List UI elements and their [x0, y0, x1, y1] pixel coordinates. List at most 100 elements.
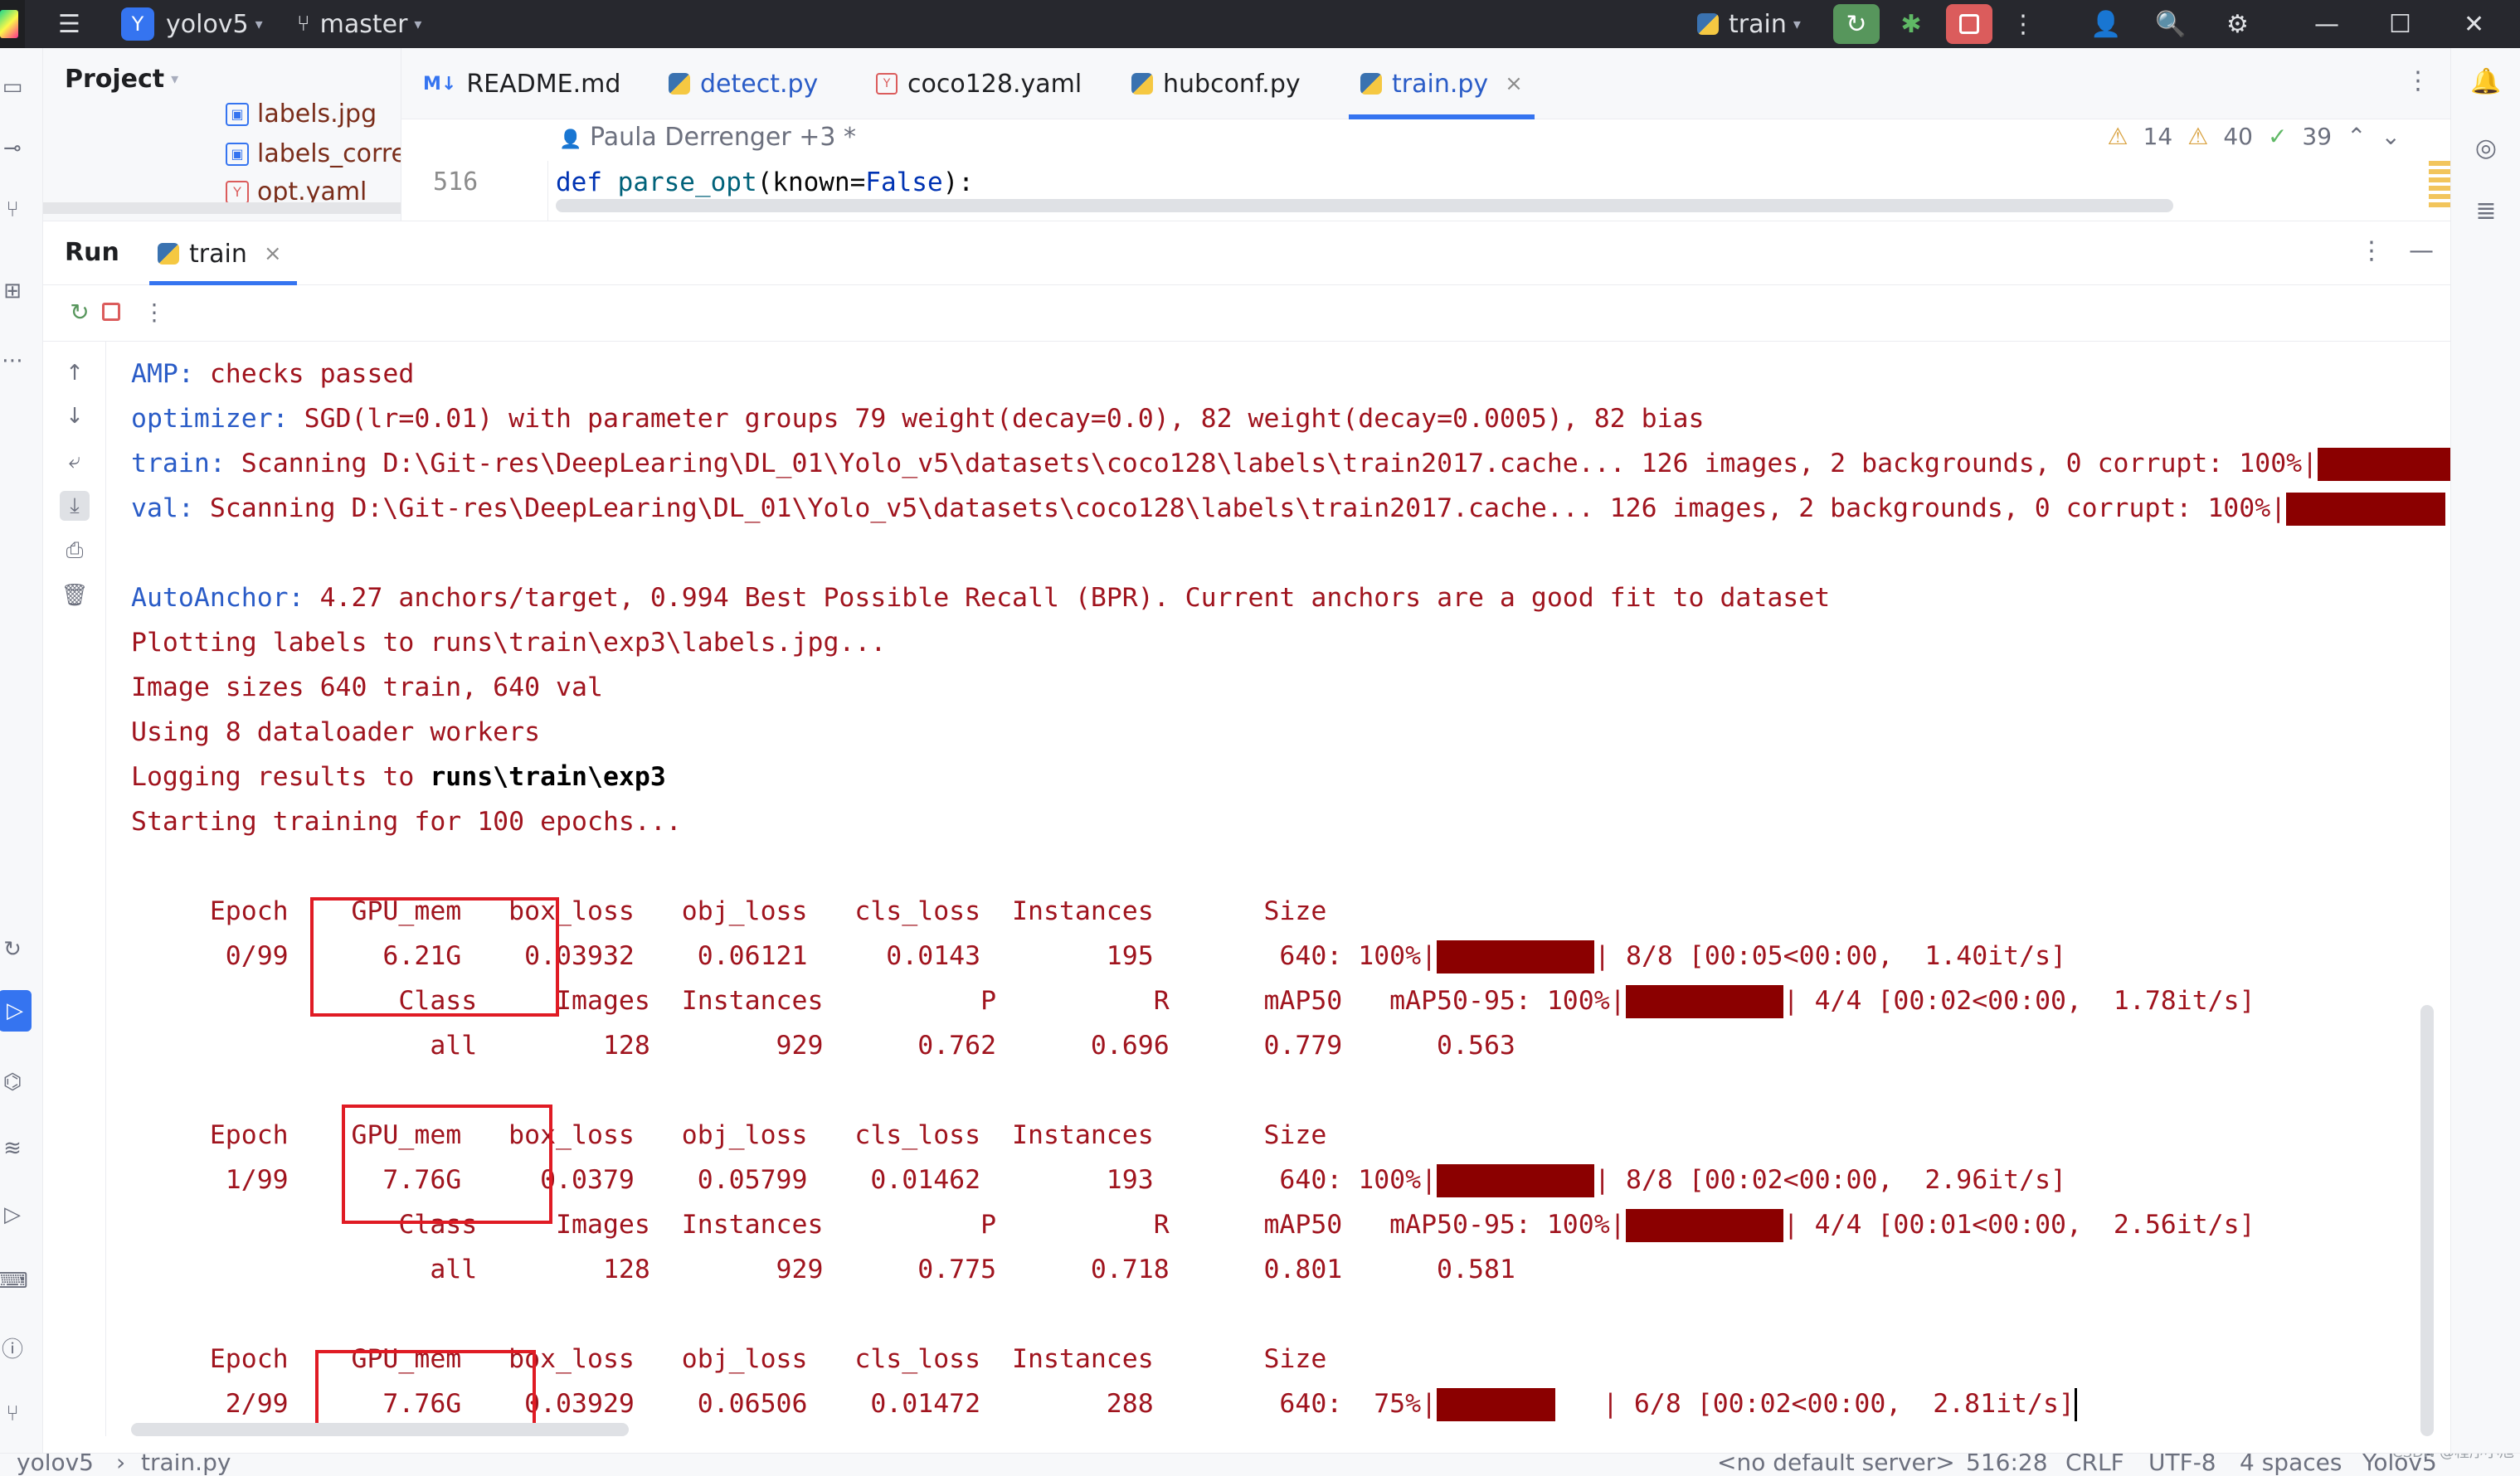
code-params: (known= — [756, 168, 866, 197]
status-encoding[interactable]: UTF-8 — [2148, 1454, 2216, 1476]
status-bar: yolov5 › train.py <no default server> 51… — [0, 1453, 2520, 1476]
gear-icon[interactable]: ⚙ — [2226, 0, 2249, 48]
status-line-separator[interactable]: CRLF — [2065, 1454, 2124, 1476]
print-icon[interactable]: ⎙ — [60, 536, 90, 566]
tab-coco128[interactable]: Y coco128.yaml — [876, 48, 1082, 119]
close-tab-icon[interactable]: × — [1505, 71, 1523, 96]
pull-requests-icon[interactable]: ⑂ — [0, 196, 27, 224]
train-progress-bar — [1437, 940, 1595, 973]
structure-icon[interactable]: ⊞ — [0, 277, 27, 305]
status-indent[interactable]: 4 spaces — [2240, 1454, 2342, 1476]
stop-button[interactable] — [1946, 0, 1992, 48]
tab-detect[interactable]: detect.py — [669, 48, 818, 119]
python-icon — [158, 243, 179, 265]
run-options-icon[interactable]: ⋮ — [2359, 236, 2384, 265]
inspection-widget[interactable]: ⚠ 14 ⚠ 40 ✓ 39 ⌃ ⌄ — [2107, 123, 2401, 150]
ide-logo-icon — [0, 0, 25, 48]
image-file-icon: ▣ — [226, 142, 249, 166]
progress-bar — [2286, 493, 2446, 526]
log-text: Scanning D:\Git-res\DeepLearing\DL_01\Yo… — [225, 449, 2318, 478]
maximize-window-icon[interactable]: ☐ — [2389, 0, 2411, 48]
editor-horizontal-scrollbar[interactable] — [556, 199, 2173, 212]
git-icon[interactable]: ⑂ — [0, 1400, 27, 1428]
rerun-button[interactable]: ↻ — [1833, 0, 1880, 48]
add-person-icon[interactable]: 👤 — [2090, 0, 2121, 48]
notifications-icon[interactable]: 🔔 — [2469, 65, 2503, 98]
database-icon[interactable]: ≣ — [2469, 194, 2503, 227]
status-file[interactable]: train.py — [141, 1454, 231, 1476]
rerun-icon[interactable]: ↻ — [65, 297, 95, 327]
tab-hubconf[interactable]: hubconf.py — [1131, 48, 1301, 119]
close-tab-icon[interactable]: × — [264, 241, 282, 266]
console-vertical-scrollbar[interactable] — [2420, 1005, 2434, 1436]
run-tab-train[interactable]: train × — [149, 221, 297, 286]
tree-item-labels-jpg[interactable]: ▣ labels.jpg — [226, 100, 377, 129]
project-scrollbar[interactable] — [43, 202, 401, 214]
console-line: AMP: checks passed — [131, 352, 414, 396]
log-text: checks passed — [193, 359, 415, 389]
typo-count: 39 — [2302, 123, 2333, 150]
hide-panel-icon[interactable]: — — [2409, 236, 2434, 265]
code-editor[interactable]: 👤 Paula Derrenger +3 * 516 def parse_opt… — [401, 119, 2450, 221]
code-line[interactable]: def parse_opt(known=False): — [556, 168, 974, 197]
commit-icon[interactable]: ⊸ — [0, 134, 27, 163]
soft-wrap-icon[interactable]: ⤶ — [60, 446, 90, 476]
console-horizontal-scrollbar[interactable] — [131, 1423, 629, 1436]
status-server[interactable]: <no default server> — [1717, 1454, 1955, 1476]
stop-icon[interactable] — [96, 297, 126, 327]
tab-train[interactable]: train.py × — [1349, 48, 1535, 119]
tab-label: detect.py — [700, 69, 819, 99]
python-file-icon — [1360, 73, 1382, 95]
ai-assistant-icon[interactable]: ◎ — [2469, 131, 2503, 164]
trash-icon[interactable]: 🗑 — [60, 580, 90, 610]
project-panel-title-label: Project — [65, 65, 165, 94]
console-output[interactable]: AMP: checks passed optimizer: SGD(lr=0.0… — [106, 342, 2450, 1436]
more-actions-icon[interactable]: ⋮ — [139, 297, 169, 327]
val-progress-bar — [1625, 985, 1783, 1018]
editor-error-stripe[interactable] — [2429, 161, 2450, 207]
scroll-to-end-icon[interactable]: ⤓ — [60, 491, 90, 521]
problems-icon[interactable]: ⓘ — [0, 1333, 27, 1362]
run-tool-icon[interactable]: ▷ — [0, 990, 32, 1032]
project-panel-title[interactable]: Project ▾ — [65, 65, 178, 94]
search-icon[interactable]: 🔍 — [2155, 0, 2186, 48]
arrow-down-icon[interactable]: ↓ — [60, 401, 90, 431]
more-tools-icon[interactable]: ⋯ — [0, 347, 27, 375]
tree-item-labels-correlogram[interactable]: ▣ labels_correlo — [226, 139, 401, 168]
more-actions-icon[interactable]: ⋮ — [2011, 0, 2036, 48]
console-line: Logging results to runs\train\exp3 — [131, 755, 666, 799]
git-branch-icon: ⑂ — [297, 12, 310, 36]
debug-button[interactable]: ✱ — [1888, 0, 1934, 48]
close-window-icon[interactable]: ✕ — [2464, 0, 2484, 48]
right-tool-stripe: 🔔 ◎ ≣ — [2450, 48, 2520, 1458]
run-config-selector[interactable]: train ▾ — [1697, 0, 1801, 48]
folder-icon[interactable]: ▭ — [0, 73, 27, 101]
epoch-header-row: Epoch GPU_mem box_loss obj_loss cls_loss… — [131, 1120, 1327, 1150]
services-icon[interactable]: ▷ — [0, 1201, 27, 1229]
tab-readme[interactable]: M↓ README.md — [423, 48, 620, 119]
status-position[interactable]: 516:28 — [1966, 1454, 2048, 1476]
code-author-hint[interactable]: 👤 Paula Derrenger +3 * — [559, 123, 856, 152]
arrow-up-icon[interactable]: ↑ — [60, 358, 90, 388]
project-badge: Y — [121, 7, 154, 41]
bug-icon: ✱ — [1900, 9, 1922, 39]
console-line: AutoAnchor: 4.27 anchors/target, 0.994 B… — [131, 575, 1830, 620]
project-panel: Project ▾ ▣ labels.jpg ▣ labels_correlo … — [43, 48, 401, 221]
branch-switcher[interactable]: ⑂ master ▾ — [297, 0, 421, 48]
project-switcher[interactable]: Y yolov5 ▾ — [121, 0, 263, 48]
layers-icon[interactable]: ≋ — [0, 1134, 27, 1163]
refresh-icon[interactable]: ↻ — [0, 935, 27, 964]
title-bar: ☰ Y yolov5 ▾ ⑂ master ▾ train ▾ ↻ ✱ ⋮ 👤 … — [0, 0, 2520, 48]
chevron-down-icon: ▾ — [255, 15, 263, 33]
terminal-icon[interactable]: ⌨ — [0, 1267, 28, 1295]
log-path: runs\train\exp3 — [430, 762, 666, 792]
tabs-menu-icon[interactable]: ⋮ — [2406, 66, 2430, 95]
main-menu-icon[interactable]: ☰ — [58, 0, 80, 48]
console-line: Starting training for 100 epochs... — [131, 807, 682, 837]
chevron-down-icon[interactable]: ⌄ — [2381, 123, 2401, 150]
minimize-window-icon[interactable]: — — [2314, 0, 2339, 48]
python-console-icon[interactable]: ⌬ — [0, 1068, 27, 1096]
val-all-row: all 128 929 0.762 0.696 0.779 0.563 — [131, 1031, 1515, 1061]
chevron-up-icon[interactable]: ⌃ — [2347, 123, 2366, 150]
status-project[interactable]: yolov5 — [17, 1454, 94, 1476]
